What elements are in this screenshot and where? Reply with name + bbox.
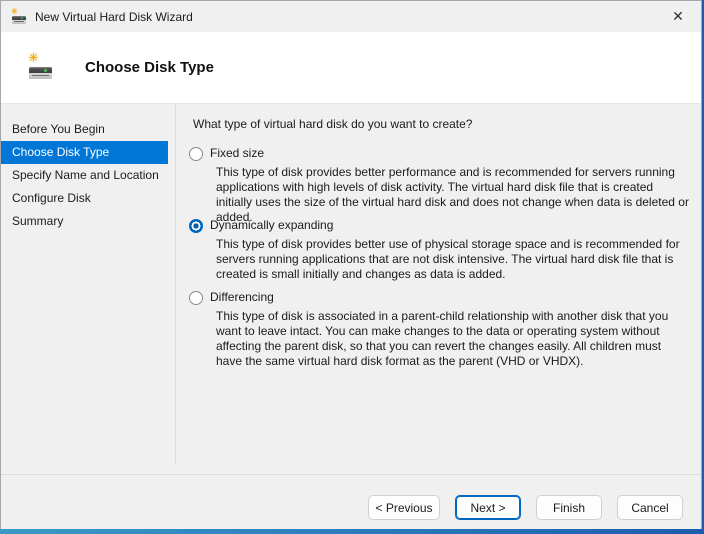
radio-fixed-size[interactable]: Fixed size	[189, 146, 264, 161]
radio-label[interactable]: Fixed size	[210, 146, 264, 161]
wizard-footer: < Previous Next > Finish Cancel	[1, 474, 701, 529]
previous-button[interactable]: < Previous	[368, 495, 440, 520]
radio-label[interactable]: Dynamically expanding	[210, 218, 333, 233]
sidebar-item-choose-disk-type[interactable]: Choose Disk Type	[1, 141, 168, 164]
sidebar-item-specify-name-and-location[interactable]: Specify Name and Location	[1, 164, 168, 187]
page-title: Choose Disk Type	[85, 59, 214, 76]
wizard-content: What type of virtual hard disk do you wa…	[177, 104, 702, 474]
question-label: What type of virtual hard disk do you wa…	[193, 117, 472, 132]
wizard-header: ✳ Choose Disk Type	[1, 32, 701, 104]
radio-button-icon[interactable]	[189, 147, 203, 161]
radio-button-checked-icon[interactable]	[189, 219, 203, 233]
hard-disk-new-icon: ✳	[11, 9, 27, 25]
sidebar-item-before-you-begin[interactable]: Before You Begin	[1, 118, 168, 141]
radio-dynamically-expanding[interactable]: Dynamically expanding	[189, 218, 333, 233]
sidebar-item-configure-disk[interactable]: Configure Disk	[1, 187, 168, 210]
wizard-body: Before You Begin Choose Disk Type Specif…	[1, 104, 701, 474]
title-bar: ✳ New Virtual Hard Disk Wizard ✕	[1, 1, 701, 32]
wizard-steps-sidebar: Before You Begin Choose Disk Type Specif…	[1, 104, 176, 464]
close-icon[interactable]: ✕	[655, 1, 701, 32]
hard-disk-new-icon: ✳	[28, 55, 54, 81]
radio-differencing[interactable]: Differencing	[189, 290, 274, 305]
radio-button-icon[interactable]	[189, 291, 203, 305]
next-button[interactable]: Next >	[455, 495, 521, 520]
wizard-window: ✳ New Virtual Hard Disk Wizard ✕ ✳ Choos…	[0, 0, 702, 529]
fixed-size-description: This type of disk provides better perfor…	[216, 165, 690, 225]
cancel-button[interactable]: Cancel	[617, 495, 683, 520]
sidebar-item-summary[interactable]: Summary	[1, 210, 168, 233]
dynamically-expanding-description: This type of disk provides better use of…	[216, 237, 690, 282]
window-title: New Virtual Hard Disk Wizard	[35, 10, 193, 24]
radio-label[interactable]: Differencing	[210, 290, 274, 305]
differencing-description: This type of disk is associated in a par…	[216, 309, 690, 369]
finish-button[interactable]: Finish	[536, 495, 602, 520]
